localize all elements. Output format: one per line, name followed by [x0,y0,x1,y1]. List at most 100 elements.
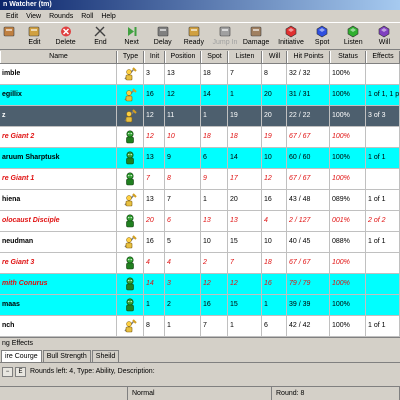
menu-roll[interactable]: Roll [77,10,97,23]
combatant-row[interactable]: re Giant 1 7 8 9 17 12 67 / 67 100% [0,169,400,190]
edit-effect-button[interactable]: E [15,366,26,377]
cell-name: hiena [0,190,117,210]
column-header-status[interactable]: Status [330,51,366,63]
remove-effect-button[interactable]: − [2,366,13,377]
column-header-will[interactable]: Will [262,51,287,63]
new-button[interactable] [0,23,19,50]
cell-effects [366,127,400,147]
initiative-button[interactable]: Initiative [275,23,306,50]
cell-init: 16 [144,232,165,252]
cell-will: 20 [262,106,287,126]
damage-button[interactable]: Damage [241,23,272,50]
cell-effects [366,64,400,84]
effect-detail-panel: − E Rounds left: 4, Type: Ability, Descr… [0,362,400,380]
cell-listen: 19 [228,106,262,126]
cell-status: 100% [330,253,366,273]
menu-edit[interactable]: Edit [2,10,22,23]
cell-effects: 1 of 1, 1 pa [366,85,400,105]
cell-hp: 39 / 39 [287,295,330,315]
effect-tab[interactable]: Sheild [91,350,120,362]
cell-will: 6 [262,316,287,336]
column-header-name[interactable]: Name [0,51,117,63]
combatant-row[interactable]: nch 8 1 7 1 6 42 / 42 100% 1 of 1 [0,316,400,337]
menu-help[interactable]: Help [97,10,119,23]
cell-listen: 7 [228,64,262,84]
column-header-effects[interactable]: Effects [366,51,400,63]
cell-spot: 18 [201,127,228,147]
delete-button[interactable]: Delete [50,23,81,50]
end-button[interactable]: End [85,23,116,50]
delay-button[interactable]: Delay [147,23,178,50]
cell-hp: 31 / 31 [287,85,330,105]
cell-hp: 22 / 22 [287,106,330,126]
cell-will: 4 [262,211,287,231]
combatant-row[interactable]: re Giant 3 4 4 2 7 18 67 / 67 100% [0,253,400,274]
jump-in-button[interactable]: Jump In [209,23,240,50]
cell-hp: 43 / 48 [287,190,330,210]
column-header-init[interactable]: Init [144,51,165,63]
cell-spot: 16 [201,295,228,315]
cell-name: olocaust Disciple [0,211,117,231]
listen-button[interactable]: Listen [338,23,369,50]
cell-pos: 7 [165,190,201,210]
cell-effects: 2 of 2 [366,211,400,231]
combatant-row[interactable]: egillix 16 12 14 1 20 31 / 31 100% 1 of 1, 1 pa [0,85,400,106]
spot-button[interactable]: Spot [307,23,338,50]
combatant-row[interactable]: neudman 16 5 10 15 10 40 / 45 088% 1 of 1 [0,232,400,253]
will-button[interactable]: Will [369,23,400,50]
combatant-row[interactable]: hiena 13 7 1 20 16 43 / 48 089% 1 of 1 [0,190,400,211]
menu-rounds[interactable]: Rounds [45,10,77,23]
cell-listen: 1 [228,316,262,336]
cell-listen: 7 [228,253,262,273]
cell-hp: 60 / 60 [287,148,330,168]
monster-type-icon [117,148,144,168]
status-cell-blank [0,387,128,400]
next-icon [125,25,139,38]
column-header-position[interactable]: Position [165,51,201,63]
ready-button[interactable]: Ready [178,23,209,50]
cell-listen: 15 [228,295,262,315]
combatant-row[interactable]: imble 3 13 18 7 8 32 / 32 100% [0,64,400,85]
cell-status: 100% [330,295,366,315]
cell-effects: 1 of 1 [366,148,400,168]
column-header-hit-points[interactable]: Hit Points [287,51,330,63]
monster-type-icon [117,127,144,147]
combatant-row[interactable]: olocaust Disciple 20 6 13 13 4 2 / 127 001% 2 of… [0,211,400,232]
column-header-type[interactable]: Type [117,51,144,63]
cell-pos: 5 [165,232,201,252]
cell-spot: 10 [201,232,228,252]
combatant-row[interactable]: re Giant 2 12 10 18 18 19 67 / 67 100% [0,127,400,148]
cell-pos: 2 [165,295,201,315]
next-button[interactable]: Next [116,23,147,50]
edit-button[interactable]: Edit [19,23,50,50]
column-header-listen[interactable]: Listen [228,51,262,63]
cell-listen: 18 [228,127,262,147]
combatant-row[interactable]: mith Conurus 14 3 12 12 16 79 / 79 100% [0,274,400,295]
menu-view[interactable]: View [22,10,45,23]
listen-gem-icon [346,25,360,38]
cell-effects [366,274,400,294]
toolbar-label: Listen [343,39,363,46]
cell-init: 12 [144,106,165,126]
cell-listen: 13 [228,211,262,231]
cell-effects: 1 of 1 [366,316,400,336]
cell-init: 13 [144,148,165,168]
effect-tab[interactable]: ire Courge [1,350,42,362]
cell-status: 089% [330,190,366,210]
effect-tab[interactable]: Bull Strength [42,350,91,362]
cell-pos: 11 [165,106,201,126]
effects-section-label: ng Effects [0,337,400,349]
cell-effects [366,295,400,315]
cell-listen: 15 [228,232,262,252]
combatant-row[interactable]: aruum Sharptusk 13 9 6 14 10 60 / 60 100% 1 of 1 [0,148,400,169]
combatant-row[interactable]: z 12 11 1 19 20 22 / 22 100% 3 of 3 [0,106,400,127]
column-header-spot[interactable]: Spot [201,51,228,63]
cell-hp: 42 / 42 [287,316,330,336]
delete-icon [59,25,73,38]
cell-effects: 1 of 1 [366,232,400,252]
cell-spot: 1 [201,106,228,126]
status-round: Round: 8 [272,387,400,400]
cell-spot: 12 [201,274,228,294]
cell-init: 14 [144,274,165,294]
combatant-row[interactable]: maas 1 2 16 15 1 39 / 39 100% [0,295,400,316]
